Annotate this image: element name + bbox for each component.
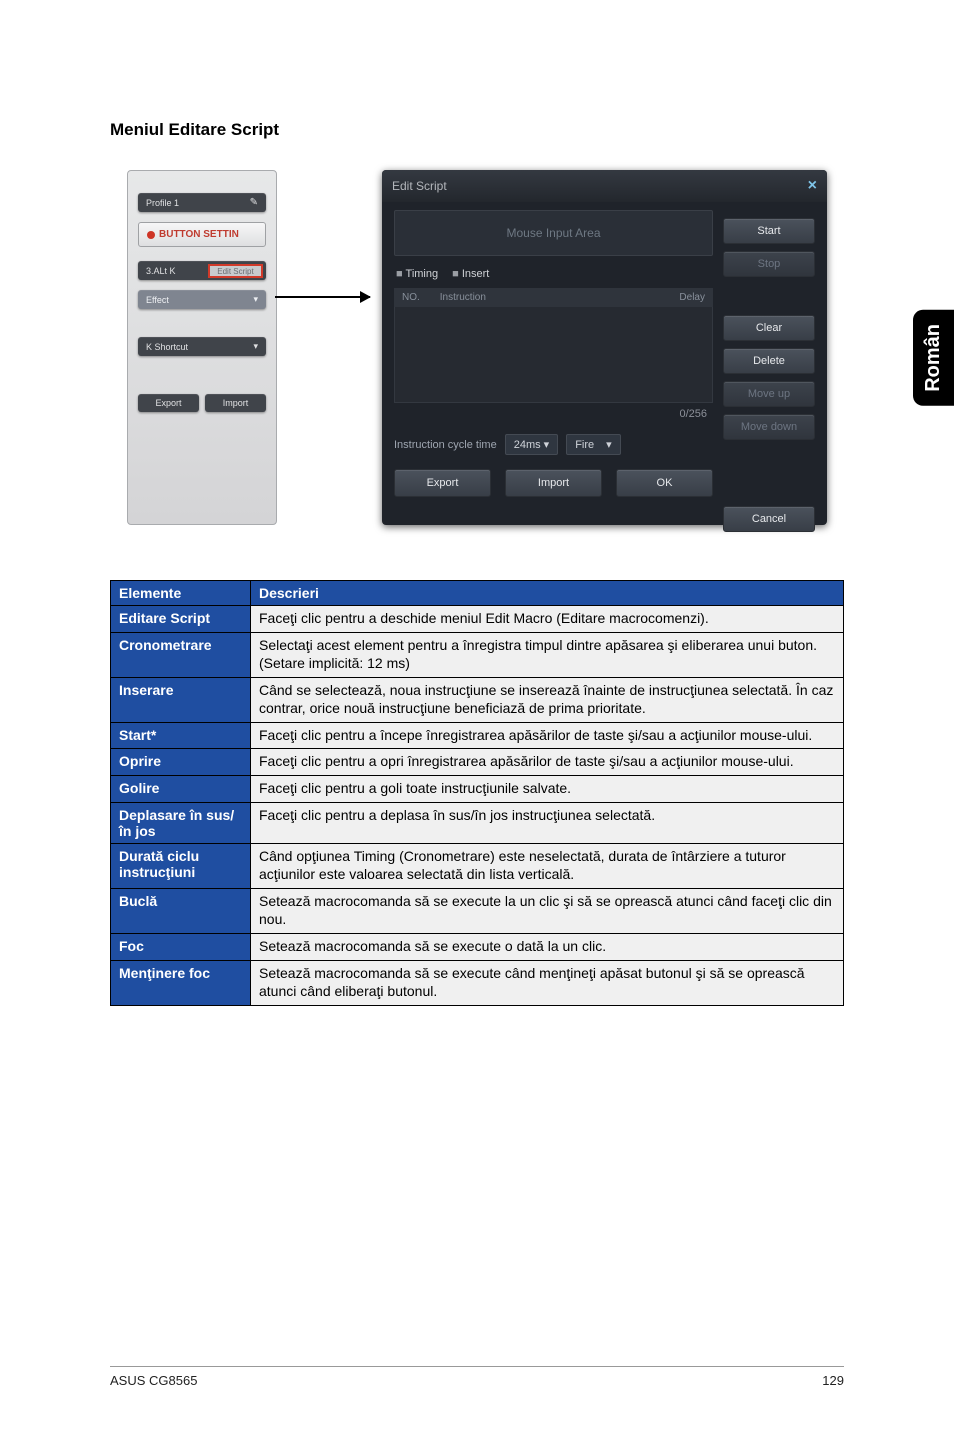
instruction-counter: 0/256: [394, 403, 713, 420]
description-table: Elemente Descrieri Editare ScriptFaceţi …: [110, 580, 844, 1006]
edit-script-highlight[interactable]: Edit Script: [208, 264, 263, 278]
page-footer: ASUS CG8565 129: [110, 1366, 844, 1388]
effects-pill[interactable]: Effect ▾: [138, 290, 266, 309]
row-label: Start*: [111, 722, 251, 749]
timing-tab[interactable]: Timing: [396, 268, 438, 280]
ok-button[interactable]: OK: [616, 469, 713, 497]
shortcut-pill[interactable]: K Shortcut ▾: [138, 337, 266, 356]
button-setting-tab[interactable]: BUTTON SETTIN: [138, 222, 266, 247]
row-label: Inserare: [111, 677, 251, 722]
dialog-header: Edit Script ×: [382, 170, 827, 202]
chevron-down-icon: ▾: [606, 438, 612, 451]
row-description: Faceţi clic pentru a începe înregistrare…: [251, 722, 844, 749]
screenshot-composite: Profile 1 ✎ BUTTON SETTIN 3.ALt K▸ Edit …: [127, 170, 827, 530]
footer-page-number: 129: [822, 1373, 844, 1388]
row-description: Faceţi clic pentru a deplasa în sus/în j…: [251, 803, 844, 844]
col-instruction: Instruction: [440, 292, 660, 303]
table-row: BuclăSetează macrocomanda să se execute …: [111, 889, 844, 934]
row-description: Faceţi clic pentru a deschide meniul Edi…: [251, 606, 844, 633]
button-setting-label: BUTTON SETTIN: [159, 229, 239, 240]
left-config-panel: Profile 1 ✎ BUTTON SETTIN 3.ALt K▸ Edit …: [127, 170, 277, 525]
start-button[interactable]: Start: [723, 218, 815, 244]
slider-label: 3.ALt K: [146, 266, 176, 276]
row-label: Durată ciclu instrucţiuni: [111, 844, 251, 889]
pencil-icon: ✎: [250, 197, 258, 208]
row-label: Buclă: [111, 889, 251, 934]
close-icon[interactable]: ×: [808, 177, 817, 195]
dialog-title: Edit Script: [392, 179, 447, 193]
instruction-list-header: NO. Instruction Delay: [394, 288, 713, 307]
table-row: InserareCând se selectează, noua instruc…: [111, 677, 844, 722]
row-description: Setează macrocomanda să se execute la un…: [251, 889, 844, 934]
col-header-element: Elemente: [111, 581, 251, 606]
row-description: Setează macrocomanda să se execute o dat…: [251, 933, 844, 960]
row-description: Faceţi clic pentru a goli toate instrucţ…: [251, 776, 844, 803]
language-side-tab: Român: [913, 310, 954, 406]
fire-label: Fire: [575, 439, 594, 451]
cancel-button[interactable]: Cancel: [723, 506, 815, 532]
col-no: NO.: [402, 292, 420, 303]
export-label: Export: [155, 398, 181, 408]
col-delay: Delay: [679, 292, 705, 303]
row-label: Editare Script: [111, 606, 251, 633]
profile-pill[interactable]: Profile 1 ✎: [138, 193, 266, 212]
row-label: Cronometrare: [111, 632, 251, 677]
table-row: OprireFaceţi clic pentru a opri înregist…: [111, 749, 844, 776]
row-label: Menţinere foc: [111, 960, 251, 1005]
row-description: Selectaţi acest element pentru a înregis…: [251, 632, 844, 677]
footer-model: ASUS CG8565: [110, 1373, 197, 1388]
table-row: FocSetează macrocomanda să se execute o …: [111, 933, 844, 960]
row-description: Când se selectează, noua instrucţiune se…: [251, 677, 844, 722]
profile-label: Profile 1: [146, 198, 179, 208]
row-description: Setează macrocomanda să se execute când …: [251, 960, 844, 1005]
table-row: Editare ScriptFaceţi clic pentru a desch…: [111, 606, 844, 633]
export-button[interactable]: Export: [394, 469, 491, 497]
insert-tab[interactable]: Insert: [452, 268, 489, 280]
red-dot-icon: [147, 231, 155, 239]
col-header-desc: Descrieri: [251, 581, 844, 606]
row-description: Faceţi clic pentru a opri înregistrarea …: [251, 749, 844, 776]
table-row: Deplasare în sus/în josFaceţi clic pentr…: [111, 803, 844, 844]
table-row: Menţinere focSetează macrocomanda să se …: [111, 960, 844, 1005]
edit-script-dialog: Edit Script × Mouse Input Area Timing In…: [382, 170, 827, 525]
callout-arrow: [275, 296, 370, 298]
row-label: Golire: [111, 776, 251, 803]
cycle-time-select[interactable]: 24ms ▾: [505, 434, 558, 455]
shortcut-label: K Shortcut: [146, 342, 188, 352]
table-row: Durată ciclu instrucţiuniCând opţiunea T…: [111, 844, 844, 889]
move-down-button[interactable]: Move down: [723, 414, 815, 440]
mouse-input-area[interactable]: Mouse Input Area: [394, 210, 713, 256]
fire-mode-select[interactable]: Fire ▾: [566, 434, 620, 455]
row-label: Foc: [111, 933, 251, 960]
stop-button[interactable]: Stop: [723, 251, 815, 277]
row-description: Când opţiunea Timing (Cronometrare) este…: [251, 844, 844, 889]
chevron-down-icon: ▾: [253, 341, 258, 352]
import-label: Import: [223, 398, 249, 408]
delete-button[interactable]: Delete: [723, 348, 815, 374]
left-export-button[interactable]: Export: [138, 394, 199, 412]
table-row: CronometrareSelectaţi acest element pent…: [111, 632, 844, 677]
cycle-time-label: Instruction cycle time: [394, 439, 497, 451]
import-button[interactable]: Import: [505, 469, 602, 497]
instruction-list[interactable]: [394, 307, 713, 403]
effects-label: Effect: [146, 295, 169, 305]
row-label: Deplasare în sus/în jos: [111, 803, 251, 844]
left-import-button[interactable]: Import: [205, 394, 266, 412]
chevron-down-icon: ▾: [253, 294, 258, 305]
table-row: GolireFaceţi clic pentru a goli toate in…: [111, 776, 844, 803]
table-row: Start*Faceţi clic pentru a începe înregi…: [111, 722, 844, 749]
clear-button[interactable]: Clear: [723, 315, 815, 341]
move-up-button[interactable]: Move up: [723, 381, 815, 407]
section-heading: Meniul Editare Script: [110, 120, 844, 140]
row-label: Oprire: [111, 749, 251, 776]
